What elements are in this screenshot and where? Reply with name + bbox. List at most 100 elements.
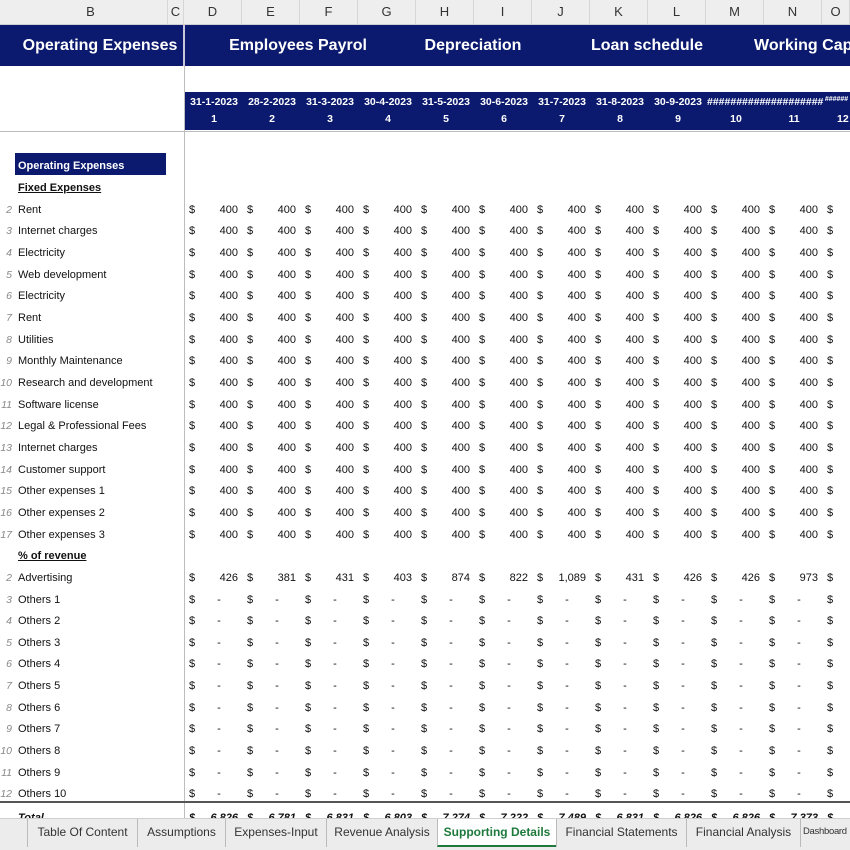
cell-value[interactable]: 400 [372,416,412,437]
cell-value[interactable]: - [373,719,413,740]
cell-value[interactable]: 400 [198,330,238,351]
cell-value[interactable]: 400 [604,503,644,524]
cell-value[interactable]: 431 [604,568,644,589]
cell-value[interactable]: 400 [720,286,760,307]
row-label[interactable]: Web development [18,265,106,286]
row-label[interactable]: Rent [18,200,41,221]
row-label[interactable]: Others 2 [18,611,60,632]
cell-value[interactable]: 400 [488,286,528,307]
row-label[interactable]: Others 9 [18,763,60,784]
sheet-tab-supporting-details[interactable]: Supporting Details [437,819,556,847]
cell-value[interactable]: 400 [372,373,412,394]
cell-value[interactable]: 400 [546,265,586,286]
cell-value[interactable]: 973 [778,568,818,589]
cell-value[interactable]: 400 [720,503,760,524]
cell-value[interactable]: 400 [314,308,354,329]
cell-value[interactable]: 400 [372,481,412,502]
cell-value[interactable]: 400 [430,221,470,242]
cell-value[interactable]: 400 [198,395,238,416]
cell-value[interactable]: 400 [662,286,702,307]
cell-value[interactable]: 400 [546,200,586,221]
cell-value[interactable]: 400 [662,460,702,481]
cell-value[interactable]: 400 [488,221,528,242]
column-header-M[interactable]: M [706,0,764,24]
cell-value[interactable]: 400 [778,351,818,372]
cell-value[interactable]: 400 [198,373,238,394]
cell-value[interactable]: - [373,698,413,719]
banner-depreciation[interactable]: Depreciation [425,25,522,66]
cell-value[interactable]: 400 [256,286,296,307]
cell-value[interactable]: - [721,611,761,632]
cell-value[interactable]: - [257,654,297,675]
cell-value[interactable]: 400 [256,351,296,372]
cell-value[interactable]: 400 [778,200,818,221]
cell-value[interactable]: 400 [546,351,586,372]
cell-value[interactable]: - [431,676,471,697]
cell-value[interactable]: - [721,676,761,697]
row-label[interactable]: Legal & Professional Fees [18,416,146,437]
cell-value[interactable]: 400 [488,525,528,546]
column-header-J[interactable]: J [532,0,590,24]
cell-value[interactable]: 400 [372,438,412,459]
row-label[interactable]: Other expenses 3 [18,525,105,546]
cell-value[interactable]: - [663,741,703,762]
cell-value[interactable]: 400 [372,525,412,546]
cell-value[interactable]: 400 [488,460,528,481]
cell-value[interactable]: - [373,611,413,632]
row-label[interactable]: Others 8 [18,741,60,762]
column-header-I[interactable]: I [474,0,532,24]
row-label[interactable]: Other expenses 2 [18,503,105,524]
cell-value[interactable]: - [373,763,413,784]
column-header-G[interactable]: G [358,0,416,24]
row-label[interactable]: % of revenue [18,546,86,567]
cell-value[interactable]: 400 [256,221,296,242]
cell-value[interactable]: 400 [778,481,818,502]
cell-value[interactable]: 400 [198,221,238,242]
cell-value[interactable]: 400 [256,481,296,502]
cell-value[interactable]: 400 [430,243,470,264]
cell-value[interactable]: - [315,741,355,762]
cell-value[interactable]: - [547,676,587,697]
cell-value[interactable]: 400 [546,308,586,329]
cell-value[interactable]: - [489,611,529,632]
cell-value[interactable]: - [315,763,355,784]
cell-value[interactable]: - [489,590,529,611]
cell-value[interactable]: 400 [198,243,238,264]
row-label[interactable]: Research and development [18,373,153,394]
cell-value[interactable]: 400 [430,330,470,351]
sheet-tab-expenses-input[interactable]: Expenses-Input [225,819,326,847]
cell-value[interactable]: 400 [546,481,586,502]
cell-value[interactable]: 400 [314,221,354,242]
cell-value[interactable]: - [605,611,645,632]
cell-value[interactable]: 400 [314,438,354,459]
cell-value[interactable]: 400 [778,243,818,264]
cell-value[interactable]: - [315,611,355,632]
cell-value[interactable]: - [257,719,297,740]
cell-value[interactable]: - [779,741,819,762]
column-header-E[interactable]: E [242,0,300,24]
cell-value[interactable]: - [779,719,819,740]
cell-value[interactable]: - [605,719,645,740]
cell-value[interactable]: 400 [778,286,818,307]
cell-value[interactable]: 400 [198,308,238,329]
cell-value[interactable]: 400 [546,373,586,394]
cell-value[interactable]: - [547,590,587,611]
row-label[interactable]: Utilities [18,330,53,351]
cell-value[interactable]: 400 [488,351,528,372]
cell-value[interactable]: 403 [372,568,412,589]
cell-value[interactable]: 400 [314,373,354,394]
cell-value[interactable]: 400 [256,460,296,481]
cell-value[interactable]: - [431,741,471,762]
cell-value[interactable]: 400 [198,286,238,307]
row-label[interactable]: Others 6 [18,698,60,719]
cell-value[interactable]: 400 [662,395,702,416]
banner-working-capital[interactable]: Working Cap [754,25,850,66]
column-header-F[interactable]: F [300,0,358,24]
cell-value[interactable]: 400 [256,308,296,329]
cell-value[interactable]: 400 [430,373,470,394]
cell-value[interactable]: - [431,763,471,784]
banner-employees-payroll[interactable]: Employees Payrol [229,25,367,66]
cell-value[interactable]: 400 [604,200,644,221]
cell-value[interactable]: 400 [256,438,296,459]
cell-value[interactable]: 400 [430,481,470,502]
